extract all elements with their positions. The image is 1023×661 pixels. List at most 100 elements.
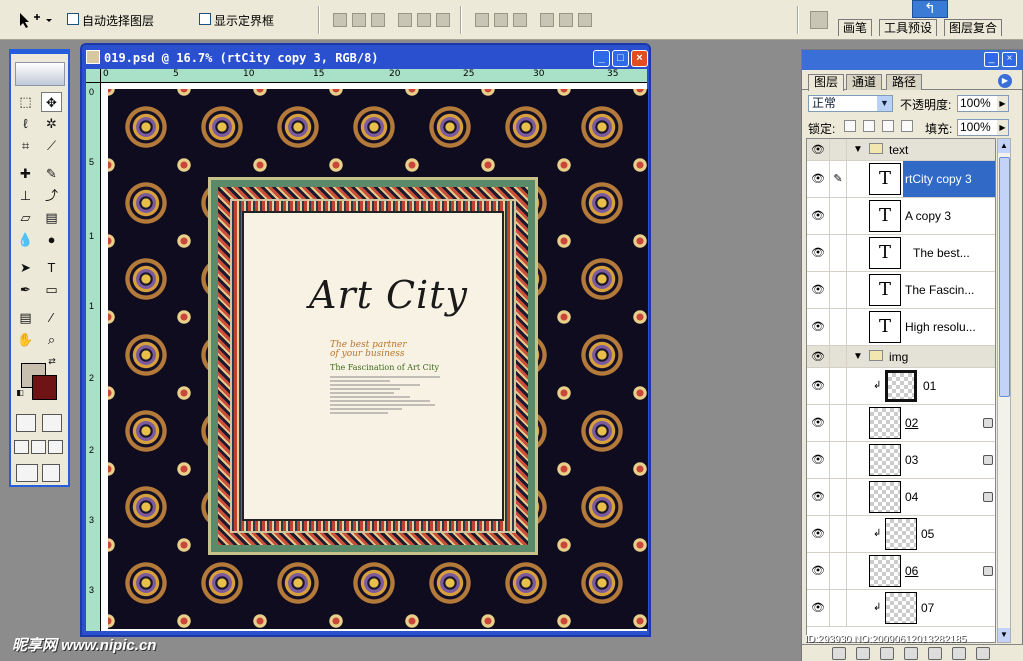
layer-row[interactable]: 👁 ✎ T rtCity copy 3: [807, 161, 995, 198]
default-colors-icon[interactable]: ◧: [15, 388, 25, 398]
align-horizontal-center-icon[interactable]: [417, 13, 431, 27]
opacity-input[interactable]: 100% ▶: [957, 95, 1009, 112]
lock-image-icon[interactable]: [863, 120, 875, 132]
canvas-area[interactable]: 0 5 10 15 20 25 30 35 0 5 1 1 2 2 3 3 Ar…: [86, 69, 648, 631]
palette-menu-icon[interactable]: ▶: [998, 74, 1012, 88]
brush-tool-icon[interactable]: ✎: [41, 164, 62, 184]
marquee-tool-icon[interactable]: ⬚: [15, 92, 36, 112]
dodge-tool-icon[interactable]: ●: [41, 230, 62, 250]
eye-icon[interactable]: 👁: [809, 479, 827, 515]
lock-transparency-icon[interactable]: [844, 120, 856, 132]
layer-style-icon[interactable]: [856, 647, 870, 660]
eye-icon[interactable]: 👁: [809, 368, 827, 404]
show-bounding-box-checkbox[interactable]: [199, 13, 211, 25]
swap-colors-icon[interactable]: ⇄: [45, 355, 59, 367]
lock-position-icon[interactable]: [882, 120, 894, 132]
horizontal-ruler[interactable]: 0 5 10 15 20 25 30 35: [101, 69, 647, 83]
align-right-icon[interactable]: [436, 13, 450, 27]
ruler-origin[interactable]: [86, 69, 101, 83]
adjustment-layer-icon[interactable]: [928, 647, 942, 660]
eye-icon[interactable]: 👁: [809, 516, 827, 552]
align-bottom-icon[interactable]: [371, 13, 385, 27]
tab-layers[interactable]: 图层: [808, 74, 845, 91]
layer-link-slot[interactable]: [829, 405, 847, 441]
distribute-top-icon[interactable]: [475, 13, 489, 27]
layer-link-slot[interactable]: [829, 590, 847, 626]
layer-row[interactable]: 👁 T The best...: [807, 235, 995, 272]
chevron-down-icon[interactable]: ▼: [853, 144, 863, 155]
palette-well-tab-layer-comps[interactable]: 图层复合: [944, 19, 1003, 36]
maximize-button[interactable]: □: [612, 50, 629, 67]
layer-link-slot[interactable]: [829, 139, 847, 160]
healing-brush-tool-icon[interactable]: ✚: [15, 164, 36, 184]
eye-icon[interactable]: 👁: [809, 309, 827, 345]
file-browser-icon[interactable]: [810, 11, 828, 29]
layer-link-slot[interactable]: [829, 235, 847, 271]
layer-row[interactable]: 👁 T The Fascin...: [807, 272, 995, 309]
layer-link-slot[interactable]: [829, 309, 847, 345]
gradient-tool-icon[interactable]: ▤: [41, 208, 62, 228]
history-brush-tool-icon[interactable]: ⤴: [41, 186, 62, 206]
eye-icon[interactable]: 👁: [809, 235, 827, 271]
layer-link-slot[interactable]: [829, 346, 847, 367]
crop-tool-icon[interactable]: ⌗: [15, 136, 36, 156]
layer-row[interactable]: 👁 04: [807, 479, 995, 516]
eraser-tool-icon[interactable]: ▱: [15, 208, 36, 228]
palette-well-tab-brushes[interactable]: 画笔: [838, 19, 873, 36]
layers-scrollbar[interactable]: ▲ ▼: [997, 138, 1011, 643]
distribute-left-icon[interactable]: [540, 13, 554, 27]
blur-tool-icon[interactable]: 💧: [15, 230, 36, 250]
layer-row[interactable]: 👁 02: [807, 405, 995, 442]
palette-minimize-button[interactable]: _: [984, 52, 999, 67]
layer-row[interactable]: 👁 06: [807, 553, 995, 590]
palette-close-button[interactable]: ×: [1002, 52, 1017, 67]
layer-row[interactable]: 👁 ↲ 05: [807, 516, 995, 553]
layer-link-slot[interactable]: [829, 368, 847, 404]
adobe-online-feather-icon[interactable]: [15, 62, 65, 86]
eye-icon[interactable]: 👁: [809, 161, 827, 197]
trash-icon[interactable]: [976, 647, 990, 660]
chevron-down-icon[interactable]: ▼: [853, 351, 863, 362]
lock-all-icon[interactable]: [901, 120, 913, 132]
fill-input[interactable]: 100% ▶: [957, 119, 1009, 136]
new-group-icon[interactable]: [904, 647, 918, 660]
background-color-swatch[interactable]: [32, 375, 57, 400]
align-vertical-center-icon[interactable]: [352, 13, 366, 27]
palette-title-bar[interactable]: _ ×: [802, 50, 1023, 70]
layer-link-slot[interactable]: [829, 272, 847, 308]
layer-link-slot[interactable]: [829, 516, 847, 552]
align-left-icon[interactable]: [398, 13, 412, 27]
eye-icon[interactable]: 👁: [809, 272, 827, 308]
tab-channels[interactable]: 通道: [846, 74, 883, 90]
eye-icon[interactable]: 👁: [809, 346, 827, 367]
eye-icon[interactable]: 👁: [809, 198, 827, 234]
magic-wand-tool-icon[interactable]: ✲: [41, 114, 62, 134]
scroll-down-icon[interactable]: ▼: [998, 628, 1010, 642]
eye-icon[interactable]: 👁: [809, 553, 827, 589]
align-top-icon[interactable]: [333, 13, 347, 27]
distribute-bottom-icon[interactable]: [513, 13, 527, 27]
eyedropper-tool-icon[interactable]: ⁄: [41, 308, 62, 328]
zoom-tool-icon[interactable]: ⌕: [41, 330, 62, 350]
layer-link-slot[interactable]: [829, 479, 847, 515]
standard-screen-mode-icon[interactable]: [14, 440, 29, 454]
new-layer-icon[interactable]: [952, 647, 966, 660]
distribute-right-icon[interactable]: [578, 13, 592, 27]
brush-icon[interactable]: ✎: [829, 161, 847, 197]
standard-mode-icon[interactable]: [16, 414, 36, 432]
clone-stamp-tool-icon[interactable]: ⊥: [15, 186, 36, 206]
vertical-ruler[interactable]: 0 5 1 1 2 2 3 3: [86, 83, 101, 631]
type-tool-icon[interactable]: T: [41, 258, 62, 278]
lasso-tool-icon[interactable]: ℓ: [15, 114, 36, 134]
document-title-bar[interactable]: 019.psd @ 16.7% (rtCity copy 3, RGB/8): [86, 48, 596, 68]
distribute-hcenter-icon[interactable]: [559, 13, 573, 27]
tab-paths[interactable]: 路径: [886, 74, 923, 90]
layer-link-slot[interactable]: [829, 198, 847, 234]
link-layers-icon[interactable]: [832, 647, 846, 660]
notes-tool-icon[interactable]: ▤: [15, 308, 36, 328]
full-screen-mode-icon[interactable]: [48, 440, 63, 454]
shape-tool-icon[interactable]: ▭: [41, 280, 62, 300]
path-selection-tool-icon[interactable]: ➤: [15, 258, 36, 278]
minimize-button[interactable]: _: [593, 50, 610, 67]
layer-group-text[interactable]: 👁 ▼ text: [807, 139, 995, 161]
